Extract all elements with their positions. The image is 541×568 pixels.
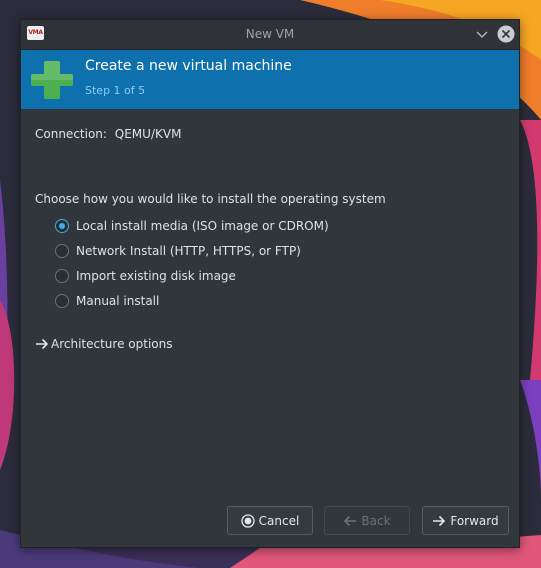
radio-label: Import existing disk image [76, 269, 236, 283]
connection-label: Connection: [35, 127, 107, 141]
forward-label: Forward [450, 513, 499, 528]
radio-button[interactable] [55, 269, 69, 283]
cancel-button[interactable]: Cancel [227, 506, 313, 535]
back-label: Back [361, 513, 391, 528]
connection-row: Connection: QEMU/KVM [35, 127, 181, 141]
install-option-manual[interactable]: Manual install [55, 292, 159, 310]
arrow-right-icon [36, 338, 49, 350]
wizard-step: Step 1 of 5 [85, 84, 146, 97]
chevron-down-icon[interactable] [473, 25, 491, 43]
arrow-left-icon [344, 515, 357, 526]
cancel-label: Cancel [258, 513, 300, 528]
connection-value: QEMU/KVM [114, 127, 182, 141]
install-option-network[interactable]: Network Install (HTTP, HTTPS, or FTP) [55, 242, 301, 260]
install-option-import-disk[interactable]: Import existing disk image [55, 267, 236, 285]
radio-label: Local install media (ISO image or CDROM) [76, 219, 329, 233]
wizard-title: Create a new virtual machine [85, 58, 292, 74]
wizard-header: Create a new virtual machine Step 1 of 5 [21, 50, 519, 109]
title-bar[interactable]: VMA New VM [21, 20, 519, 50]
close-icon[interactable] [497, 25, 515, 43]
architecture-options-expander[interactable]: Architecture options [35, 337, 172, 351]
radio-button[interactable] [55, 294, 69, 308]
install-prompt: Choose how you would like to install the… [35, 192, 386, 206]
architecture-options-label: Architecture options [51, 337, 173, 351]
arrow-right-icon [433, 515, 446, 526]
radio-label: Network Install (HTTP, HTTPS, or FTP) [76, 244, 301, 258]
install-option-local-media[interactable]: Local install media (ISO image or CDROM) [55, 217, 329, 235]
back-button[interactable]: Back [324, 506, 410, 535]
radio-label: Manual install [76, 294, 160, 308]
plus-icon [31, 61, 73, 99]
radio-button[interactable] [55, 219, 69, 233]
forward-button[interactable]: Forward [422, 506, 509, 535]
new-vm-dialog: VMA New VM Create a new virtual machine … [20, 19, 520, 548]
cancel-circle-icon [241, 513, 255, 528]
wizard-content: Connection: QEMU/KVM Choose how you woul… [21, 110, 519, 547]
window-title: New VM [245, 27, 295, 41]
radio-button[interactable] [55, 244, 69, 258]
